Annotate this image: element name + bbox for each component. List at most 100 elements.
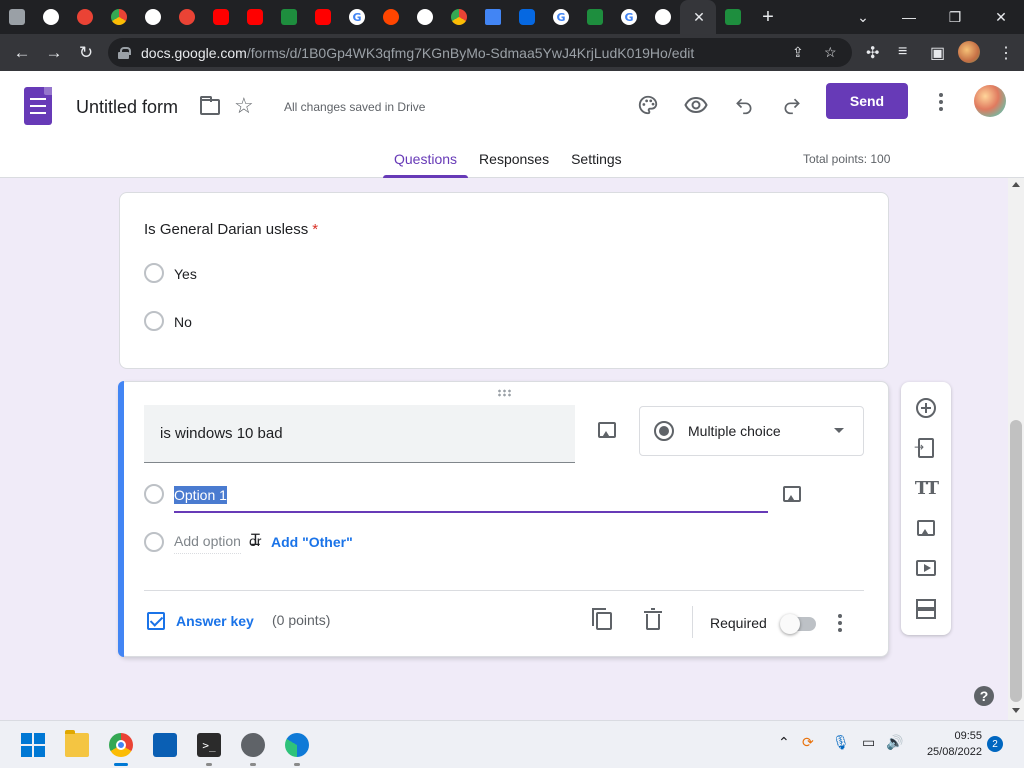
microphone-icon[interactable]: 🎙: [832, 735, 850, 751]
browser-tab[interactable]: [476, 0, 510, 34]
terminal-icon[interactable]: >_: [197, 733, 221, 757]
browser-tab[interactable]: [646, 0, 680, 34]
required-toggle[interactable]: [780, 614, 816, 634]
browser-tab[interactable]: [306, 0, 340, 34]
preview-eye-icon[interactable]: [680, 89, 712, 121]
volume-icon[interactable]: 🔊: [886, 735, 903, 751]
browser-tab[interactable]: [578, 0, 612, 34]
browser-profile-avatar[interactable]: [958, 41, 980, 63]
floating-toolbar: TT: [901, 382, 951, 635]
drag-handle-icon[interactable]: [497, 389, 513, 397]
question-more-options-icon[interactable]: [837, 614, 843, 632]
radio-option-icon: [144, 311, 164, 331]
back-arrow-icon[interactable]: ←: [6, 37, 38, 69]
browser-tab[interactable]: [374, 0, 408, 34]
browser-tab[interactable]: [102, 0, 136, 34]
close-window-icon[interactable]: ✕: [978, 0, 1024, 34]
star-icon[interactable]: ☆: [234, 93, 254, 119]
browser-tab[interactable]: [510, 0, 544, 34]
microsoft-store-icon[interactable]: [153, 733, 177, 757]
browser-tab[interactable]: [408, 0, 442, 34]
redo-icon[interactable]: [776, 89, 808, 121]
meta-favicon-icon: [519, 9, 535, 25]
question-card[interactable]: Is General Darian usless * Yes No: [119, 192, 889, 369]
browser-tab[interactable]: [170, 0, 204, 34]
question-title-input[interactable]: is windows 10 bad: [144, 405, 575, 463]
question-type-dropdown[interactable]: Multiple choice: [639, 406, 864, 456]
edge-icon[interactable]: [285, 733, 309, 757]
browser-tab[interactable]: [716, 0, 750, 34]
add-video-icon[interactable]: [913, 555, 939, 581]
browser-tab[interactable]: [34, 0, 68, 34]
address-bar[interactable]: docs.google.com/forms/d/1B0Gp4WK3qfmg7KG…: [108, 38, 852, 67]
import-questions-icon[interactable]: [913, 435, 939, 461]
divider: [692, 606, 693, 638]
forward-arrow-icon[interactable]: →: [38, 37, 70, 69]
browser-tab[interactable]: [442, 0, 476, 34]
settings-tool-icon[interactable]: [241, 733, 265, 757]
share-icon[interactable]: ⇪: [792, 44, 804, 61]
add-title-icon[interactable]: TT: [913, 475, 939, 501]
close-tab-icon[interactable]: ✕: [693, 9, 705, 26]
show-hidden-icons-chevron-icon[interactable]: ⌃: [778, 735, 790, 751]
undo-icon[interactable]: [728, 89, 760, 121]
radio-option-icon: [144, 484, 164, 504]
move-to-folder-icon[interactable]: [200, 96, 220, 115]
add-question-icon[interactable]: [913, 395, 939, 421]
tab-settings[interactable]: Settings: [560, 141, 633, 178]
windows-start-icon[interactable]: [21, 733, 45, 757]
scroll-up-arrow-icon[interactable]: [1012, 182, 1020, 187]
page-favicon-icon: [655, 9, 671, 25]
sync-icon[interactable]: ⟳: [802, 735, 814, 751]
option-input[interactable]: Option 1: [174, 484, 768, 513]
browser-tab[interactable]: G: [612, 0, 646, 34]
notification-badge[interactable]: 2: [987, 736, 1003, 752]
duplicate-icon[interactable]: [592, 608, 612, 630]
scroll-down-arrow-icon[interactable]: [1012, 708, 1020, 713]
browser-tab[interactable]: [272, 0, 306, 34]
browser-tab[interactable]: G: [340, 0, 374, 34]
browser-tab[interactable]: [0, 0, 34, 34]
google-forms-logo-icon[interactable]: [24, 87, 52, 125]
browser-tab[interactable]: [204, 0, 238, 34]
required-marker: *: [312, 221, 319, 238]
account-avatar[interactable]: [974, 85, 1006, 117]
browser-menu-icon[interactable]: ⋮: [998, 43, 1014, 63]
system-clock[interactable]: 09:55 25/08/2022: [918, 728, 982, 760]
help-icon[interactable]: ?: [974, 686, 994, 706]
add-option-image-icon[interactable]: [783, 486, 801, 502]
side-panel-icon[interactable]: ▣: [930, 43, 945, 63]
add-section-icon[interactable]: [913, 595, 939, 621]
form-title[interactable]: Untitled form: [76, 97, 178, 118]
add-image-icon[interactable]: [913, 515, 939, 541]
chrome-taskbar-icon[interactable]: [109, 733, 133, 757]
extensions-icon[interactable]: ✣: [866, 43, 879, 63]
tab-questions[interactable]: Questions: [383, 141, 469, 178]
file-explorer-icon[interactable]: [65, 730, 89, 757]
reload-icon[interactable]: ↻: [70, 37, 102, 69]
browser-tab[interactable]: [238, 0, 272, 34]
bookmark-star-icon[interactable]: ☆: [824, 44, 837, 61]
add-image-icon[interactable]: [598, 422, 616, 438]
customize-theme-palette-icon[interactable]: [632, 89, 664, 121]
browser-tab[interactable]: G: [544, 0, 578, 34]
answer-key-check-icon[interactable]: [147, 612, 165, 630]
new-tab-button[interactable]: +: [750, 0, 786, 34]
url-domain: docs.google.com: [141, 44, 247, 61]
answer-key-button[interactable]: Answer key: [176, 613, 254, 629]
minimize-window-icon[interactable]: —: [886, 0, 932, 34]
scrollbar-thumb[interactable]: [1010, 420, 1022, 702]
tab-search-icon[interactable]: ⌄: [840, 0, 886, 34]
tab-responses[interactable]: Responses: [468, 141, 560, 178]
network-icon[interactable]: ▭: [862, 735, 875, 751]
browser-tab-active[interactable]: ✕: [680, 0, 716, 34]
more-options-icon[interactable]: [938, 93, 944, 111]
send-button[interactable]: Send: [826, 83, 908, 119]
delete-trash-icon[interactable]: [644, 608, 662, 630]
restore-window-icon[interactable]: ❐: [932, 0, 978, 34]
browser-tab[interactable]: [68, 0, 102, 34]
media-control-icon[interactable]: ≡: [898, 43, 907, 61]
add-option-link[interactable]: Add option: [174, 533, 241, 554]
add-other-button[interactable]: Add "Other": [271, 534, 353, 550]
browser-tab[interactable]: [136, 0, 170, 34]
